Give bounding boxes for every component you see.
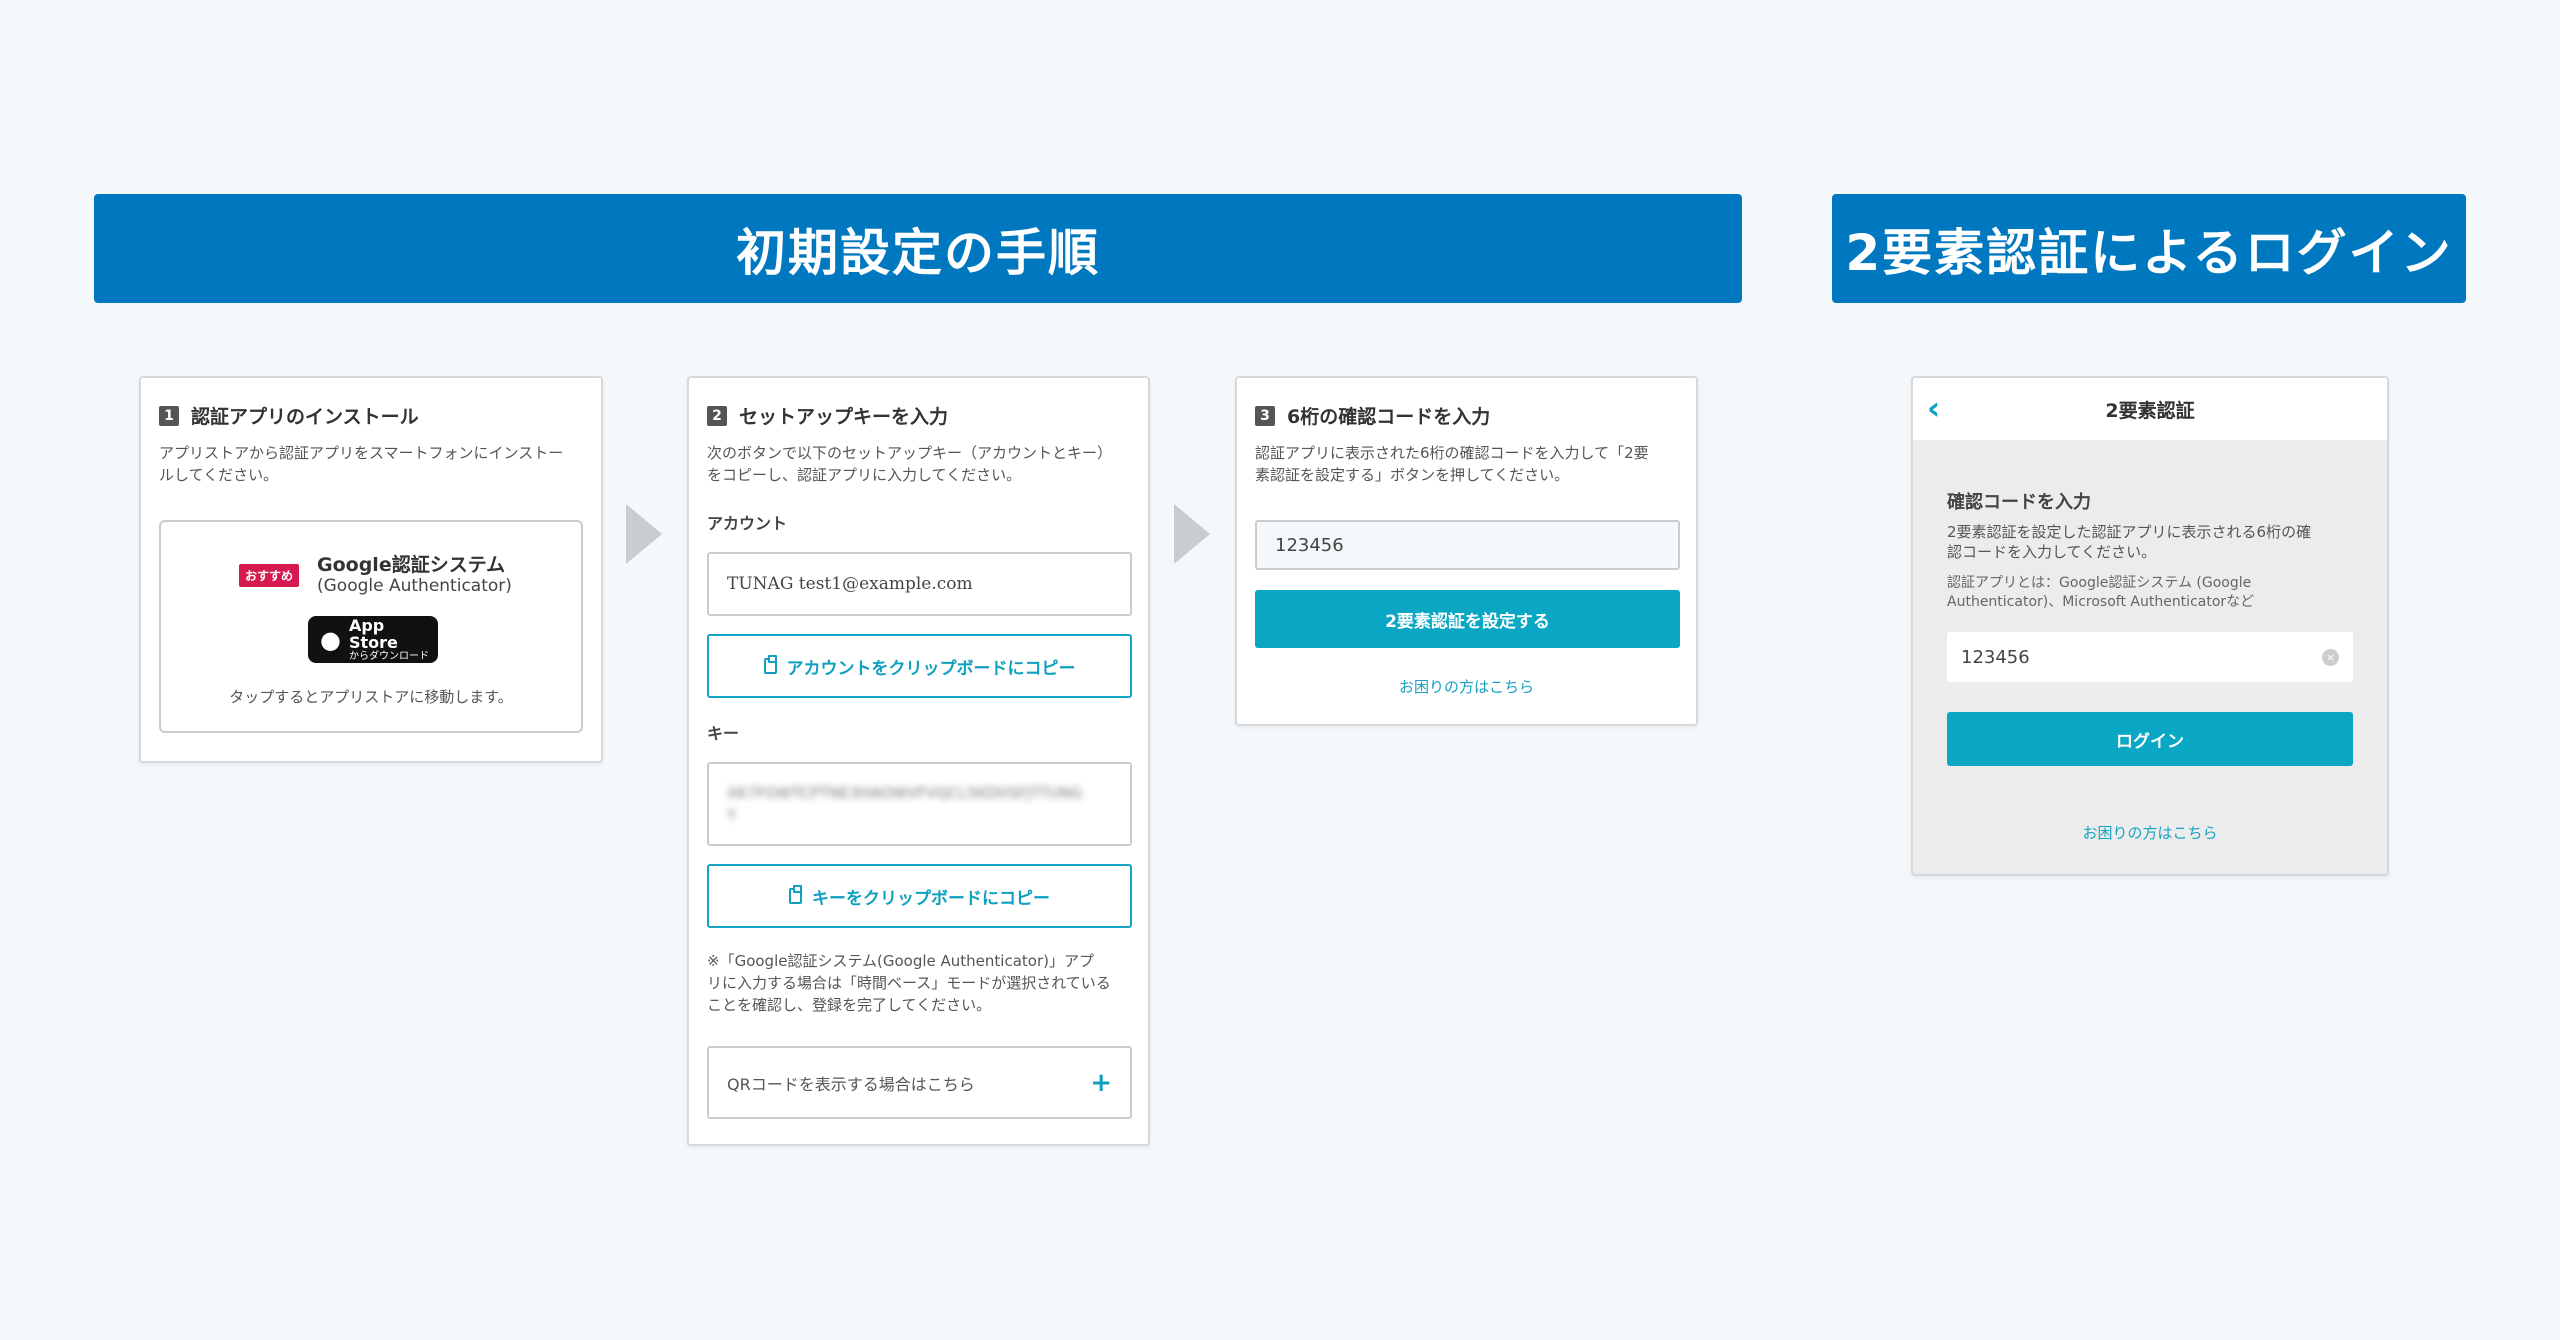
step-description: 認証アプリに表示された6桁の確認コードを入力して「2要 素認証を設定する」ボタン… <box>1255 442 1649 486</box>
step-description: アプリストアから認証アプリをスマートフォンにインストー ルしてください。 <box>159 442 563 486</box>
enable-2fa-button[interactable]: 2要素認証を設定する <box>1255 590 1680 648</box>
desc-line: アプリストアから認証アプリをスマートフォンにインストー <box>159 444 564 462</box>
copy-account-button[interactable]: アカウントをクリップボードにコピー <box>707 634 1132 698</box>
step-3-card: 3 6桁の確認コードを入力 認証アプリに表示された6桁の確認コードを入力して「2… <box>1235 376 1698 726</box>
step-title: セットアップキーを入力 <box>739 406 949 428</box>
qr-label: QRコードを表示する場合はこちら <box>727 1074 975 1094</box>
clipboard-icon <box>789 885 802 904</box>
step-2-heading: 2 セットアップキーを入力 <box>707 402 948 429</box>
key-value: XK7FOWTCPTNE3HAOWVFVQCL5KDVSFJTTUNGY <box>727 784 1083 824</box>
account-label: アカウント <box>707 514 788 533</box>
desc-line: 認証アプリとは：Google認証システム (Google <box>1947 575 2252 591</box>
desc-line: Authenticator)、Microsoft Authenticatorなど <box>1947 594 2255 610</box>
account-field[interactable]: TUNAG test1@example.com <box>707 552 1132 616</box>
note-line: リに入力する場合は「時間ベース」モードが選択されている <box>707 974 1111 992</box>
step-number: 3 <box>1255 405 1275 426</box>
step-1-heading: 1 認証アプリのインストール <box>159 402 419 429</box>
setup-steps-banner: 初期設定の手順 <box>94 194 1742 303</box>
desc-line: 素認証を設定する」ボタンを押してください。 <box>1255 466 1570 484</box>
verification-code-input[interactable]: 123456 <box>1255 520 1680 570</box>
authenticator-info: 認証アプリとは：Google認証システム (Google Authenticat… <box>1947 574 2367 612</box>
arrow-right-icon <box>626 504 662 564</box>
desc-line: 2要素認証を設定した認証アプリに表示される6桁の確 <box>1947 523 2312 541</box>
app-store-box[interactable]: おすすめ Google認証システム (Google Authenticator)… <box>159 520 583 733</box>
key-field[interactable]: XK7FOWTCPTNE3HAOWVFVQCL5KDVSFJTTUNGY <box>707 762 1132 846</box>
desc-line: 認コードを入力してください。 <box>1947 543 2157 561</box>
login-header-title: 2要素認証 <box>2105 399 2195 422</box>
store-title: App Store <box>348 615 398 652</box>
back-chevron-icon[interactable]: ‹ <box>1927 392 1940 424</box>
step-title: 6桁の確認コードを入力 <box>1287 406 1491 428</box>
desc-line: 次のボタンで以下のセットアップキー（アカウントとキー） <box>707 444 1113 462</box>
login-screen: ‹ 2要素認証 確認コードを入力 2要素認証を設定した認証アプリに表示される6桁… <box>1911 376 2389 876</box>
login-title: 確認コードを入力 <box>1947 492 2091 513</box>
login-button[interactable]: ログイン <box>1947 712 2353 766</box>
clear-icon[interactable]: × <box>2322 648 2339 666</box>
apple-icon: ● <box>320 625 341 654</box>
two-factor-login-banner: 2要素認証によるログイン <box>1832 194 2466 303</box>
step-3-heading: 3 6桁の確認コードを入力 <box>1255 402 1490 429</box>
key-label: キー <box>707 724 740 743</box>
desc-line: 認証アプリに表示された6桁の確認コードを入力して「2要 <box>1255 444 1649 462</box>
arrow-right-icon <box>1174 504 1210 564</box>
desc-line: ルしてください。 <box>159 466 279 484</box>
step-title: 認証アプリのインストール <box>191 406 419 428</box>
authenticator-note: ※「Google認証システム(Google Authenticator)」アプ … <box>707 950 1137 1016</box>
login-header: ‹ 2要素認証 <box>1913 378 2387 440</box>
step-number: 1 <box>159 405 179 426</box>
store-subtitle: からダウンロード <box>348 650 429 662</box>
app-subtitle: (Google Authenticator) <box>317 576 512 596</box>
step-description: 次のボタンで以下のセットアップキー（アカウントとキー） をコピーし、認証アプリに… <box>707 442 1112 486</box>
store-note: タップするとアプリストアに移動します。 <box>229 688 513 706</box>
login-description: 2要素認証を設定した認証アプリに表示される6桁の確 認コードを入力してください。 <box>1947 522 2367 562</box>
code-value: 123456 <box>1961 646 2030 668</box>
plus-icon: + <box>1090 1067 1112 1098</box>
desc-line: をコピーし、認証アプリに入力してください。 <box>707 466 1022 484</box>
app-name: Google認証システム <box>317 554 506 576</box>
clipboard-icon <box>763 655 777 674</box>
note-line: ※「Google認証システム(Google Authenticator)」アプ <box>707 952 1094 970</box>
button-label: アカウントをクリップボードにコピー <box>786 658 1076 679</box>
help-link[interactable]: お困りの方はこちら <box>1237 676 1696 697</box>
step-2-card: 2 セットアップキーを入力 次のボタンで以下のセットアップキー（アカウントとキー… <box>687 376 1150 1146</box>
step-number: 2 <box>707 405 727 426</box>
help-link[interactable]: お困りの方はこちら <box>1913 822 2387 843</box>
show-qr-code-toggle[interactable]: QRコードを表示する場合はこちら + <box>707 1046 1132 1119</box>
recommended-badge: おすすめ <box>239 564 300 587</box>
step-1-card: 1 認証アプリのインストール アプリストアから認証アプリをスマートフォンにインス… <box>139 376 603 763</box>
button-label: キーをクリップボードにコピー <box>812 888 1050 909</box>
login-code-input[interactable]: 123456 × <box>1947 632 2353 682</box>
note-line: ことを確認し、登録を完了してください。 <box>707 996 992 1014</box>
copy-key-button[interactable]: キーをクリップボードにコピー <box>707 864 1132 928</box>
app-store-download-button[interactable]: ● App Store からダウンロード <box>308 616 438 663</box>
